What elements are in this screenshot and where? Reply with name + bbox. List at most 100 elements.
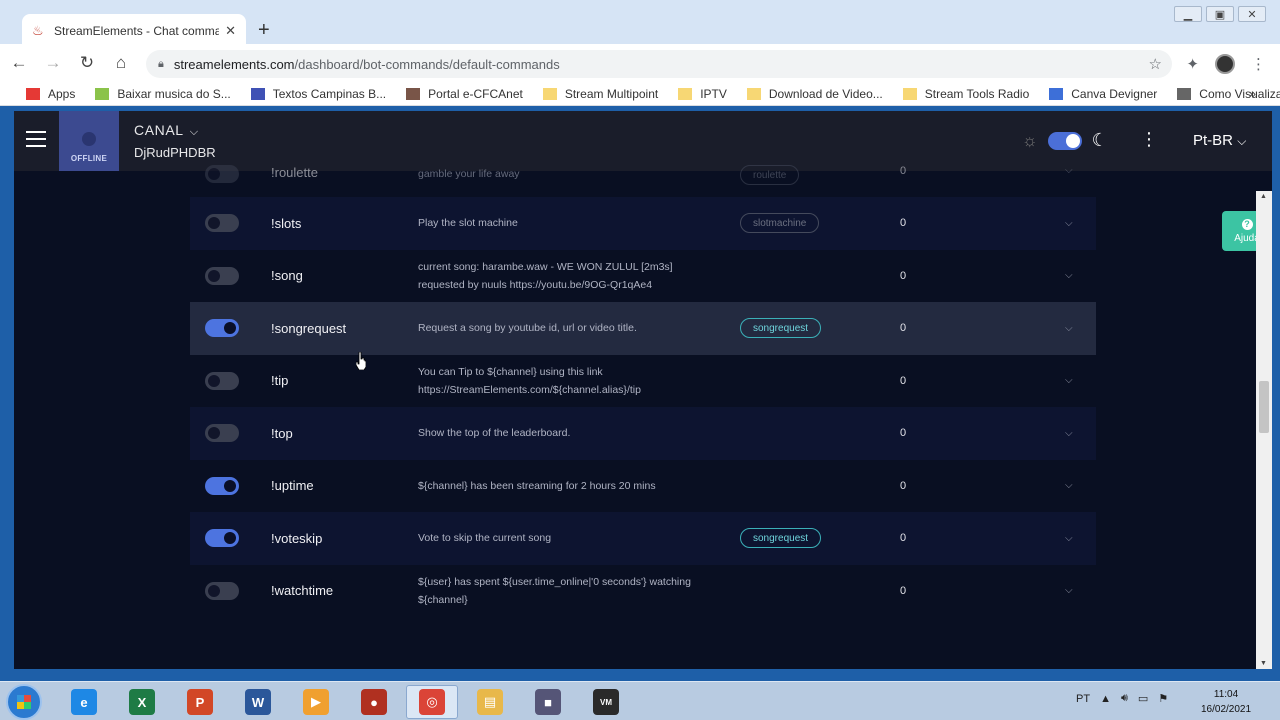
clock-time: 11:04 bbox=[1213, 689, 1239, 700]
voicemeeter-icon: VM bbox=[593, 689, 619, 715]
expand-chevron-icon[interactable]: ⌵ bbox=[1065, 585, 1073, 596]
bookmark-label: Stream Tools Radio bbox=[924, 86, 1030, 101]
command-name: !slots bbox=[271, 215, 302, 231]
profile-avatar[interactable] bbox=[1215, 54, 1235, 74]
hamburger-menu-icon[interactable] bbox=[26, 131, 46, 147]
command-description: ${user} has spent ${user.time_online|'0 … bbox=[418, 575, 691, 606]
expand-chevron-icon[interactable]: ⌵ bbox=[1065, 165, 1073, 176]
taskbar-app[interactable]: VM bbox=[580, 685, 632, 719]
bookmark-item[interactable]: IPTV bbox=[678, 87, 727, 101]
taskbar-app[interactable]: X bbox=[116, 685, 168, 719]
page-scrollbar[interactable]: ▲ ▼ bbox=[1256, 191, 1272, 669]
expand-chevron-icon[interactable]: ⌵ bbox=[1065, 270, 1073, 281]
address-bar[interactable]: 🔒︎ streamelements.com/dashboard/bot-comm… bbox=[146, 50, 1172, 78]
clock[interactable]: 11:04 16/02/2021 bbox=[1201, 687, 1251, 717]
extensions-icon[interactable]: ✦ bbox=[1186, 55, 1199, 73]
taskbar-app[interactable]: P bbox=[174, 685, 226, 719]
moon-icon: ☾ bbox=[1091, 130, 1108, 150]
command-enable-toggle[interactable] bbox=[205, 319, 239, 338]
taskbar-app[interactable]: ▶ bbox=[290, 685, 342, 719]
command-enable-toggle[interactable] bbox=[205, 371, 239, 390]
excel-icon: X bbox=[129, 689, 155, 715]
command-enable-toggle[interactable] bbox=[205, 529, 239, 548]
taskbar-app[interactable]: ● bbox=[348, 685, 400, 719]
expand-chevron-icon[interactable]: ⌵ bbox=[1065, 323, 1073, 334]
expand-chevron-icon[interactable]: ⌵ bbox=[1065, 428, 1073, 439]
scroll-up-icon[interactable]: ▲ bbox=[1260, 193, 1267, 200]
bookmark-item[interactable]: Stream Multipoint bbox=[542, 87, 658, 101]
action-center-icon[interactable]: ⚑ bbox=[1158, 692, 1168, 705]
command-row[interactable]: !roulette gamble your life away roulette 0 ⌵ bbox=[190, 165, 1096, 197]
command-enable-toggle[interactable] bbox=[205, 476, 239, 495]
streamelements-dashboard: OFFLINE CANAL ⌵ DjRudPHDBR ☼ ☾ ⋮ Pt-BR ⌵ … bbox=[14, 111, 1272, 669]
command-usage-count: 0 bbox=[900, 165, 907, 177]
minimize-icon[interactable]: ▁ bbox=[1174, 6, 1202, 22]
channel-selector[interactable]: CANAL ⌵ bbox=[134, 122, 199, 139]
command-row[interactable]: !songrequest Request a song by youtube id… bbox=[190, 302, 1096, 355]
scrollbar-thumb[interactable] bbox=[1259, 381, 1269, 433]
taskbar-app[interactable]: ▤ bbox=[464, 685, 516, 719]
bookmark-item[interactable]: Canva Devigner bbox=[1049, 87, 1157, 101]
expand-chevron-icon[interactable]: ⌵ bbox=[1065, 218, 1073, 229]
command-description: ${channel} has been streaming for 2 hour… bbox=[418, 479, 656, 492]
forward-arrow-icon[interactable]: → bbox=[38, 53, 68, 73]
language-selector[interactable]: Pt-BR ⌵ bbox=[1193, 132, 1246, 149]
command-enable-toggle[interactable] bbox=[205, 581, 239, 600]
taskbar-app[interactable]: e bbox=[58, 685, 110, 719]
bookmark-label: IPTV bbox=[700, 86, 727, 101]
command-row[interactable]: !voteskip Vote to skip the current song so… bbox=[190, 512, 1096, 565]
command-enable-toggle[interactable] bbox=[205, 266, 239, 285]
bookmark-item[interactable]: Textos Campinas B... bbox=[250, 87, 386, 101]
tab-close-icon[interactable]: ✕ bbox=[225, 23, 236, 39]
expand-chevron-icon[interactable]: ⌵ bbox=[1065, 480, 1073, 491]
bookmark-item[interactable]: Apps bbox=[26, 87, 75, 101]
command-row[interactable]: !slots Play the slot machine slotmachine 0 ⌵ bbox=[190, 197, 1096, 250]
bookmark-star-icon[interactable]: ☆ bbox=[1149, 55, 1162, 73]
start-button[interactable] bbox=[6, 684, 42, 720]
taskbar-app[interactable]: ■ bbox=[522, 685, 574, 719]
bookmark-icon bbox=[1177, 87, 1192, 100]
new-tab-button[interactable]: + bbox=[258, 18, 270, 42]
reload-icon[interactable]: ↻ bbox=[72, 53, 102, 73]
chrome-menu-icon[interactable]: ⋮ bbox=[1251, 55, 1266, 73]
more-options-icon[interactable]: ⋮ bbox=[1140, 129, 1158, 149]
command-row[interactable]: !watchtime ${user} has spent ${user.time_… bbox=[190, 565, 1096, 618]
home-icon[interactable]: ⌂ bbox=[106, 53, 136, 73]
expand-chevron-icon[interactable]: ⌵ bbox=[1065, 375, 1073, 386]
command-name: !voteskip bbox=[271, 530, 323, 546]
command-row[interactable]: !uptime ${channel} has been streaming for… bbox=[190, 460, 1096, 513]
lock-icon[interactable]: 🔒︎ bbox=[158, 58, 164, 71]
bookmark-item[interactable]: Stream Tools Radio bbox=[902, 86, 1030, 101]
channel-status[interactable]: OFFLINE bbox=[59, 111, 119, 171]
commands-table: !roulette gamble your life away roulette 0 ⌵… bbox=[190, 165, 1096, 618]
scroll-down-icon[interactable]: ▼ bbox=[1260, 660, 1267, 667]
command-description: Show the top of the leaderboard. bbox=[418, 427, 571, 440]
back-arrow-icon[interactable]: ← bbox=[4, 53, 34, 73]
taskbar-app[interactable]: ◎ bbox=[406, 685, 458, 719]
browser-tab[interactable]: ♨ StreamElements - Chat comman ✕ bbox=[22, 14, 246, 48]
network-icon[interactable]: ▭ bbox=[1138, 692, 1148, 705]
close-window-icon[interactable]: ✕ bbox=[1238, 6, 1266, 22]
dark-mode-toggle[interactable] bbox=[1047, 131, 1082, 150]
tray-expand-icon[interactable]: ▲ bbox=[1100, 693, 1111, 705]
command-name: !watchtime bbox=[271, 583, 334, 599]
volume-icon[interactable]: 🔊︎ bbox=[1121, 692, 1128, 705]
taskbar-app[interactable]: W bbox=[232, 685, 284, 719]
command-name: !songrequest bbox=[271, 320, 347, 336]
command-enable-toggle[interactable] bbox=[205, 165, 239, 183]
command-usage-count: 0 bbox=[900, 584, 907, 597]
bookmark-item[interactable]: Download de Video... bbox=[746, 86, 883, 101]
input-language[interactable]: PT bbox=[1076, 693, 1090, 705]
maximize-icon[interactable]: ▣ bbox=[1206, 6, 1234, 22]
command-row[interactable]: !top Show the top of the leaderboard. 0 ⌵ bbox=[190, 407, 1096, 460]
bookmarks-overflow-icon[interactable]: » bbox=[1249, 86, 1256, 101]
bookmark-item[interactable]: Baixar musica do S... bbox=[95, 87, 231, 101]
command-enable-toggle[interactable] bbox=[205, 214, 239, 233]
command-enable-toggle[interactable] bbox=[205, 424, 239, 443]
command-row[interactable]: !song current song: harambe.waw - WE WON … bbox=[190, 250, 1096, 303]
expand-chevron-icon[interactable]: ⌵ bbox=[1065, 533, 1073, 544]
bookmark-item[interactable]: Como Visualizar Ce... bbox=[1177, 87, 1280, 101]
bookmark-label: Download de Video... bbox=[768, 86, 883, 101]
command-row[interactable]: !tip You can Tip to ${channel} using this… bbox=[190, 355, 1096, 408]
bookmark-item[interactable]: Portal e-CFCAnet bbox=[406, 87, 523, 101]
